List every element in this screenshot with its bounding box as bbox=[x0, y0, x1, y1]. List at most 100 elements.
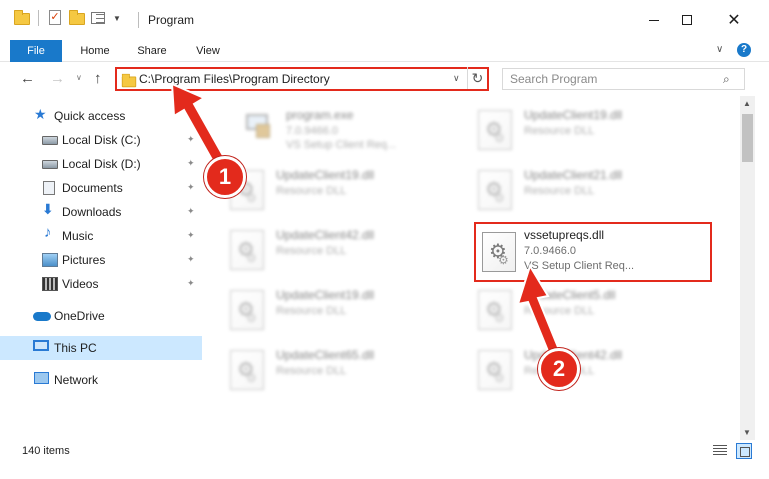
details-view-icon[interactable] bbox=[713, 445, 727, 457]
file-version: Resource DLL bbox=[524, 305, 595, 317]
address-dropdown-icon[interactable]: ∨ bbox=[453, 73, 460, 84]
maximize-icon bbox=[682, 15, 692, 25]
exe-icon bbox=[244, 110, 274, 140]
file-version: Resource DLL bbox=[524, 185, 595, 197]
tab-view[interactable]: View bbox=[195, 40, 221, 62]
pin-icon[interactable]: ✦ bbox=[187, 182, 195, 193]
pin-icon[interactable]: ✦ bbox=[187, 278, 195, 289]
new-folder-icon[interactable] bbox=[69, 10, 85, 26]
window-title: Program bbox=[148, 13, 195, 27]
list-item[interactable]: ⚙⚙ UpdateClient42.dll Resource DLL bbox=[218, 220, 458, 280]
list-item[interactable]: program.exe 7.0.9466.0 VS Setup Client R… bbox=[228, 100, 468, 160]
sidebar-item-quick-access[interactable]: ★ Quick access bbox=[0, 104, 202, 128]
file-version: Resource DLL bbox=[276, 185, 347, 197]
navigation-pane: ★ Quick access Local Disk (C:) ✦ Local D… bbox=[0, 96, 205, 437]
sidebar-item-label: This PC bbox=[54, 341, 97, 355]
sidebar-item-this-pc[interactable]: This PC bbox=[0, 336, 202, 360]
list-item[interactable]: ⚙ ⚙ UpdateClient5.dll Resource DLL bbox=[466, 280, 706, 340]
file-description: VS Setup Client Req... bbox=[524, 260, 635, 272]
sidebar-item-onedrive[interactable]: OneDrive bbox=[0, 304, 202, 328]
file-version: 7.0.9466.0 bbox=[286, 125, 338, 137]
sidebar-item-documents[interactable]: Documents ✦ bbox=[0, 176, 202, 200]
vertical-scrollbar[interactable]: ▲ ▼ bbox=[740, 96, 755, 440]
file-version: Resource DLL bbox=[276, 245, 347, 257]
ribbon-tabs: File Home Share View ∨ ? bbox=[0, 40, 769, 62]
pin-icon[interactable]: ✦ bbox=[187, 230, 195, 241]
sidebar-item-label: Videos bbox=[62, 277, 99, 291]
pin-icon[interactable]: ✦ bbox=[187, 254, 195, 265]
dll-icon: ⚙ ⚙ bbox=[230, 290, 264, 330]
title-divider bbox=[138, 12, 139, 28]
file-name: program.exe bbox=[286, 108, 354, 122]
toolbar-divider bbox=[38, 10, 39, 26]
properties-icon[interactable] bbox=[91, 10, 107, 26]
sidebar-item-label: Quick access bbox=[54, 109, 126, 123]
search-icon[interactable]: ⌕ bbox=[723, 72, 730, 87]
tab-share[interactable]: Share bbox=[136, 40, 168, 62]
window-bottom-edge bbox=[0, 462, 769, 479]
tab-file[interactable]: File bbox=[10, 40, 62, 62]
expand-ribbon-icon[interactable]: ∨ bbox=[716, 44, 723, 55]
cloud-icon bbox=[33, 312, 51, 321]
star-icon: ★ bbox=[34, 106, 47, 122]
navigation-bar: ← → ∨ ↑ C:\Program Files\Program Directo… bbox=[0, 62, 769, 94]
sidebar-item-videos[interactable]: Videos ✦ bbox=[0, 272, 202, 296]
videos-icon bbox=[42, 277, 58, 291]
sidebar-item-label: Local Disk (C:) bbox=[62, 133, 141, 147]
file-name: UpdateClient19.dll bbox=[276, 288, 375, 302]
pin-icon[interactable]: ✦ bbox=[187, 206, 195, 217]
forward-button[interactable]: → bbox=[50, 70, 65, 87]
list-item[interactable]: ⚙ ⚙ UpdateClient19.dll Resource DLL bbox=[218, 280, 458, 340]
folder-icon[interactable] bbox=[14, 10, 30, 26]
scroll-up-icon[interactable]: ▲ bbox=[743, 99, 751, 108]
sidebar-item-label: Network bbox=[54, 373, 99, 387]
sidebar-item-downloads[interactable]: ⬇ Downloads ✦ bbox=[0, 200, 202, 224]
highlighted-file-item[interactable]: ⚙ ⚙ vssetupreqs.dll 7.0.9466.0 VS Setup C… bbox=[474, 222, 712, 282]
help-icon[interactable]: ? bbox=[737, 43, 751, 57]
sidebar-item-label: Downloads bbox=[62, 205, 122, 219]
sidebar-item-local-disk-c[interactable]: Local Disk (C:) ✦ bbox=[0, 128, 202, 152]
sidebar-item-local-disk-d[interactable]: Local Disk (D:) ✦ bbox=[0, 152, 202, 176]
sidebar-item-network[interactable]: Network bbox=[0, 368, 202, 392]
pin-icon[interactable]: ✦ bbox=[187, 158, 195, 169]
maximize-button[interactable] bbox=[664, 0, 710, 40]
file-name: UpdateClient42.dll bbox=[276, 228, 375, 242]
file-version: 7.0.9466.0 bbox=[524, 245, 576, 257]
scroll-down-icon[interactable]: ▼ bbox=[743, 428, 751, 437]
minimize-icon bbox=[649, 19, 659, 21]
sidebar-item-label: Documents bbox=[62, 181, 123, 195]
file-name: vssetupreqs.dll bbox=[524, 228, 605, 242]
list-item[interactable]: ⚙ ⚙ UpdateClient65.dll Resource DLL bbox=[218, 340, 458, 400]
file-name: UpdateClient21.dll bbox=[524, 168, 623, 182]
address-path[interactable]: C:\Program Files\Program Directory bbox=[139, 72, 330, 86]
list-item[interactable]: ⚙ ⚙ UpdateClient19.dll Resource DLL bbox=[218, 160, 458, 220]
back-button[interactable]: ← bbox=[20, 70, 35, 87]
quick-access-toolbar: ✓ ▼ bbox=[14, 10, 121, 26]
refresh-icon[interactable]: ↻ bbox=[467, 67, 487, 89]
list-item[interactable]: ⚙ ⚙ UpdateClient19.dll Resource DLL bbox=[466, 100, 706, 160]
scroll-thumb[interactable] bbox=[742, 114, 753, 162]
network-icon bbox=[34, 372, 49, 384]
file-name: UpdateClient5.dll bbox=[524, 288, 616, 302]
tab-home[interactable]: Home bbox=[78, 40, 112, 62]
file-list: program.exe 7.0.9466.0 VS Setup Client R… bbox=[218, 96, 740, 440]
customize-toolbar-icon[interactable]: ▼ bbox=[113, 14, 121, 23]
properties-check-icon[interactable]: ✓ bbox=[47, 10, 63, 26]
sidebar-item-music[interactable]: ♪ Music ✦ bbox=[0, 224, 202, 248]
list-item[interactable]: ⚙⚙ UpdateClient42.dll Resource DLL bbox=[466, 340, 706, 400]
pin-icon[interactable]: ✦ bbox=[187, 134, 195, 145]
dll-icon: ⚙ ⚙ bbox=[230, 230, 264, 270]
title-bar: ✓ ▼ Program ✕ bbox=[0, 0, 769, 40]
recent-locations-icon[interactable]: ∨ bbox=[76, 73, 82, 82]
file-name: UpdateClient19.dll bbox=[524, 108, 623, 122]
sidebar-item-pictures[interactable]: Pictures ✦ bbox=[0, 248, 202, 272]
dll-icon: ⚙ ⚙ bbox=[230, 350, 264, 390]
close-button[interactable]: ✕ bbox=[711, 0, 757, 40]
list-item[interactable]: ⚙ ⚙ UpdateClient21.dll Resource DLL bbox=[466, 160, 706, 220]
address-bar[interactable]: C:\Program Files\Program Directory ∨ ↻ bbox=[115, 67, 489, 91]
search-input[interactable]: Search Program ⌕ bbox=[502, 68, 745, 90]
close-icon: ✕ bbox=[727, 12, 741, 29]
step-2-badge: 2 bbox=[538, 348, 580, 390]
up-button[interactable]: ↑ bbox=[94, 70, 102, 87]
tiles-view-icon[interactable] bbox=[736, 443, 752, 459]
